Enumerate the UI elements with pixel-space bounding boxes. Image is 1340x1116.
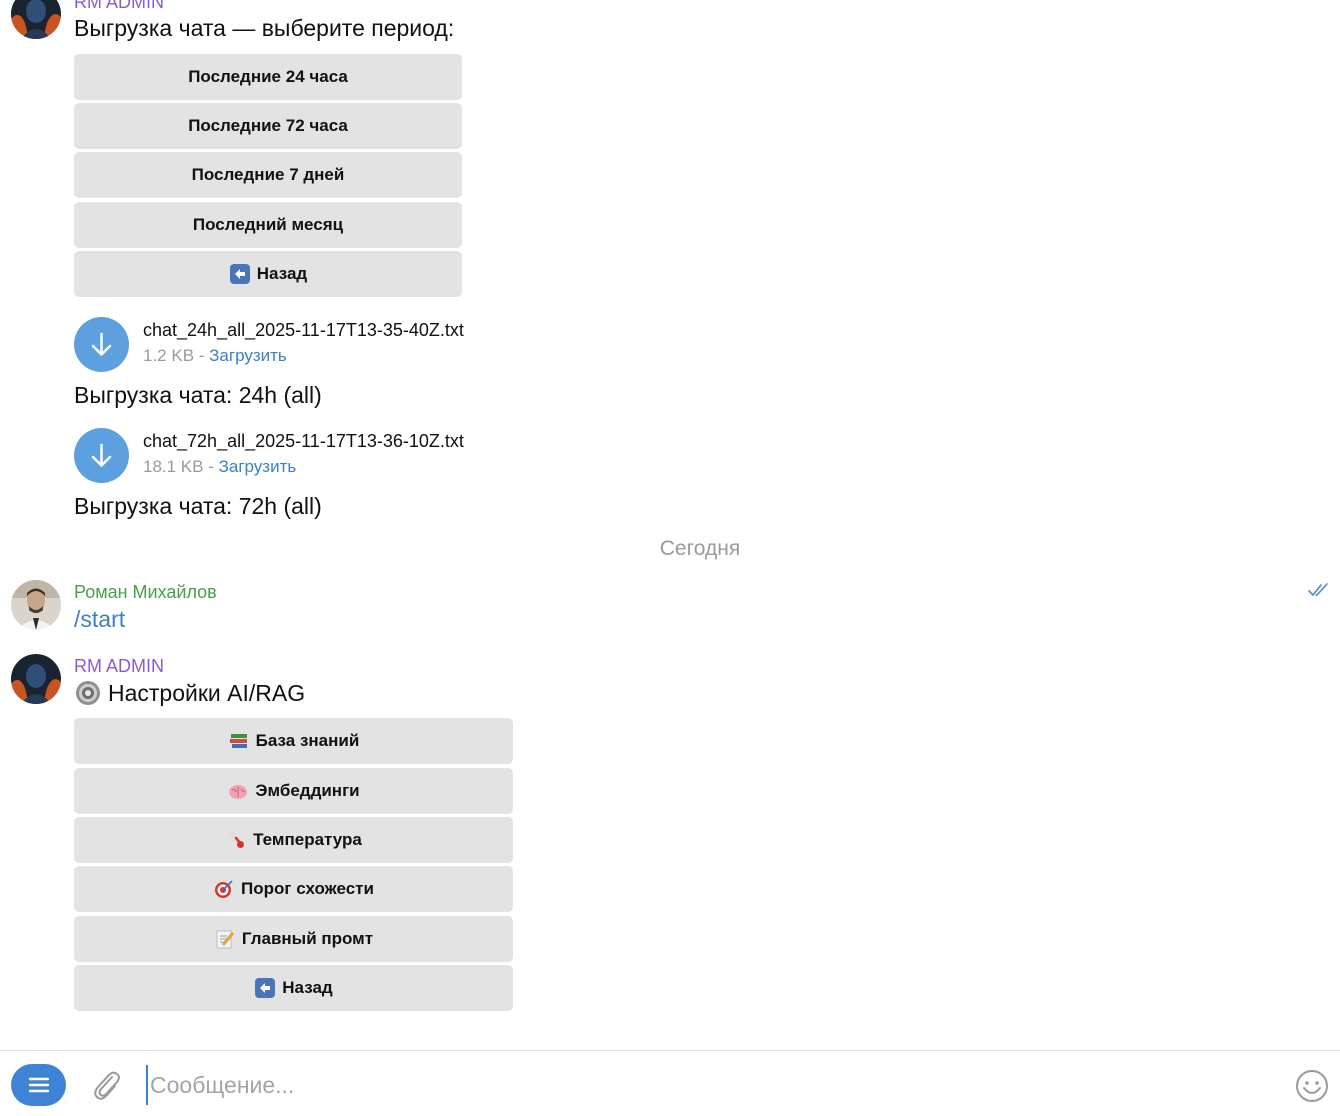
file-name: chat_72h_all_2025-11-17T13-36-10Z.txt [143,431,464,451]
back-button[interactable]: Назад [74,965,513,1011]
sender-name: RM ADMIN [74,0,164,12]
button-label: Температура [253,830,362,849]
file-meta: 1.2 KB - Загрузить [143,345,287,367]
button-label: Назад [282,978,333,997]
back-arrow-icon [229,263,251,285]
button-label: Последние 24 часа [188,67,348,86]
period-month-button[interactable]: Последний месяц [74,202,462,248]
download-link[interactable]: Загрузить [219,457,297,476]
command-link[interactable]: /start [74,606,125,632]
button-label: База знаний [255,731,360,750]
button-label: Последний месяц [192,215,344,234]
memo-icon [214,928,236,950]
settings-title: Настройки AI/RAG [108,680,306,706]
file-caption: Выгрузка чата: 24h (all) [74,382,322,408]
file-size: 18.1 KB [143,457,204,476]
paperclip-icon[interactable] [91,1068,123,1107]
temperature-button[interactable]: Температура [74,817,513,863]
button-label: Назад [256,264,308,283]
file-meta: 18.1 KB - Загрузить [143,456,296,478]
button-label: Порог схожести [241,879,374,898]
back-arrow-icon [254,977,276,999]
admin-avatar[interactable] [11,654,61,704]
admin-avatar[interactable] [11,0,61,39]
message-text: Выгрузка чата — выберите период: [74,15,455,41]
button-label: Эмбеддинги [255,781,360,800]
books-icon [228,730,250,752]
period-24h-button[interactable]: Последние 24 часа [74,54,462,100]
smiley-icon[interactable] [1294,1068,1330,1109]
file-name: chat_24h_all_2025-11-17T13-35-40Z.txt [143,320,464,340]
embeddings-button[interactable]: Эмбеддинги [74,768,513,814]
knowledge-base-button[interactable]: База знаний [74,718,513,764]
file-caption: Выгрузка чата: 72h (all) [74,493,322,519]
button-label: Последние 72 часа [188,116,348,135]
back-button[interactable]: Назад [74,251,462,297]
meta-separator: - [203,457,219,476]
period-7d-button[interactable]: Последние 7 дней [74,152,462,198]
chat-history[interactable]: RM ADMIN Выгрузка чата — выберите период… [0,0,1340,1050]
gear-icon [74,679,102,707]
download-button[interactable] [74,428,129,483]
user-avatar[interactable] [11,580,61,630]
sender-name: Роман Михайлов [74,582,217,602]
download-button[interactable] [74,317,129,372]
download-link[interactable]: Загрузить [209,346,287,365]
message-text: Настройки AI/RAG [74,679,305,707]
message-composer [0,1050,1340,1116]
period-72h-button[interactable]: Последние 72 часа [74,103,462,149]
hamburger-icon [11,1074,66,1096]
message-input[interactable] [146,1065,1272,1105]
file-size: 1.2 KB [143,346,195,365]
similarity-threshold-button[interactable]: Порог схожести [74,866,513,912]
button-label: Последние 7 дней [191,165,345,184]
thermometer-icon [225,829,247,851]
target-icon [213,878,235,900]
date-separator: Сегодня [659,537,741,560]
double-check-icon [1308,582,1330,603]
sender-name: RM ADMIN [74,656,164,676]
brain-icon [227,780,249,802]
main-prompt-button[interactable]: Главный промт [74,916,513,962]
message-text: /start [74,605,125,633]
button-label: Главный промт [241,929,374,948]
bot-menu-button[interactable] [11,1064,66,1106]
meta-separator: - [194,346,210,365]
